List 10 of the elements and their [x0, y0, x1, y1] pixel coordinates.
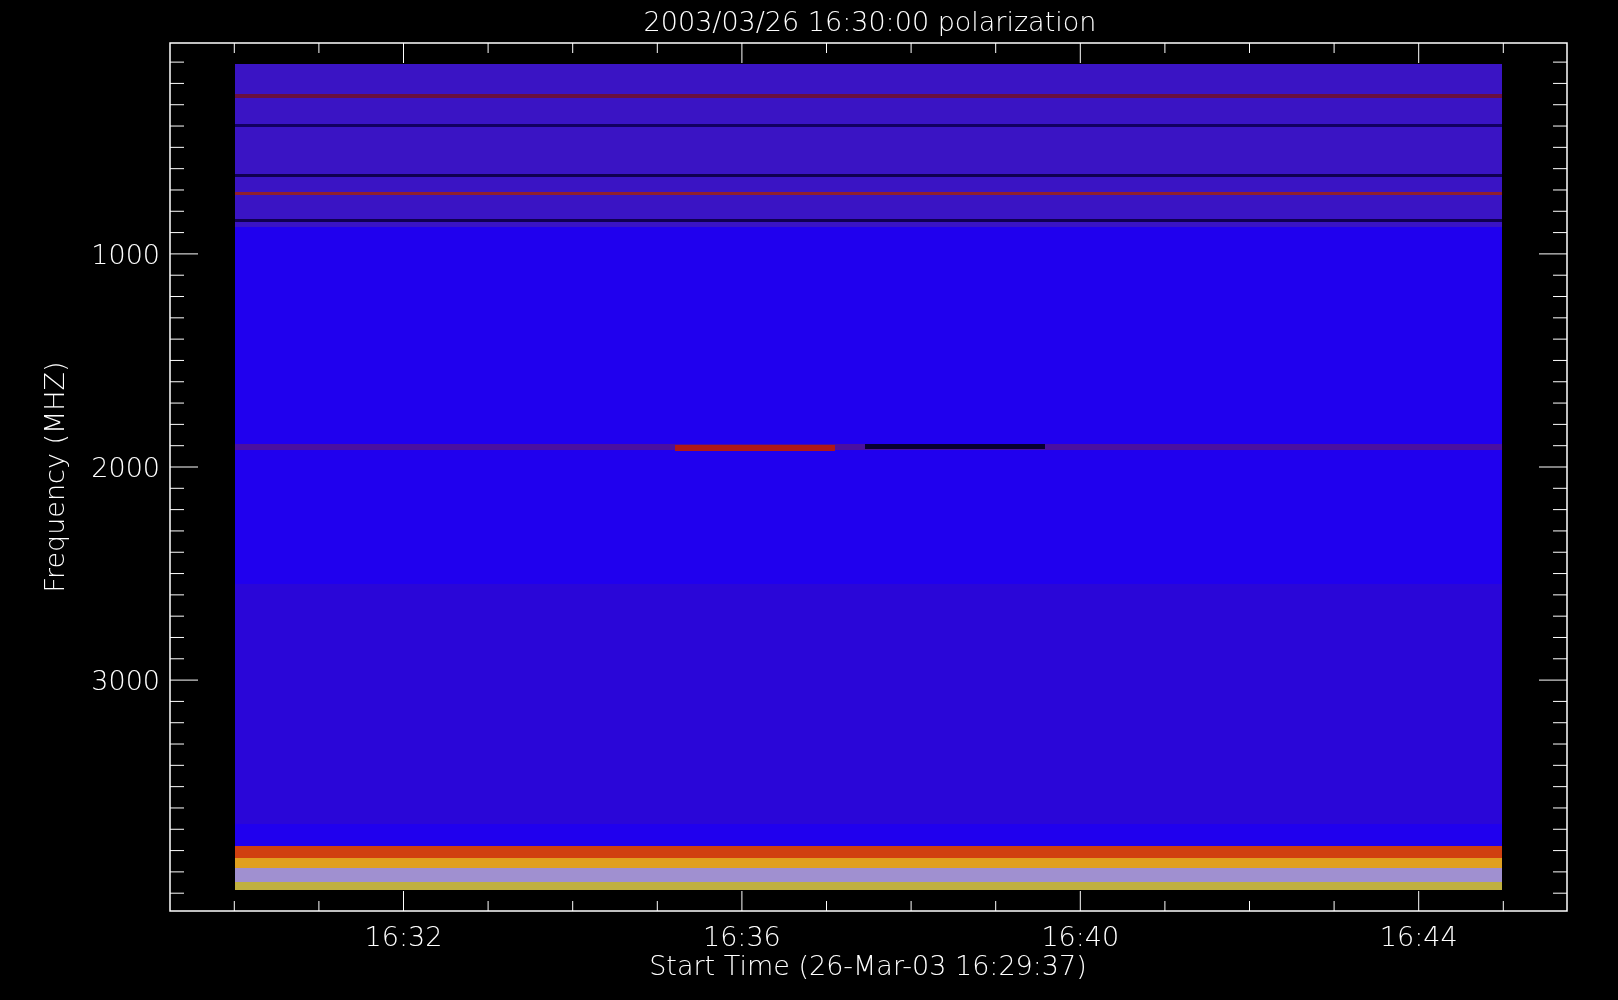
x-axis-label: Start Time (26-Mar-03 16:29:37): [649, 950, 1087, 981]
x-tick-label: 16:44: [1379, 921, 1458, 952]
y-tick-label: 1000: [91, 238, 160, 270]
x-tick-label: 16:40: [1041, 921, 1120, 952]
y-tick-label: 3000: [91, 665, 160, 697]
y-axis-label: Frequency (MHZ): [39, 361, 70, 593]
chart-title: 2003/03/26 16:30:00 polarization: [643, 6, 1097, 37]
x-tick-label: 16:36: [703, 921, 781, 952]
y-tick-label: 2000: [91, 452, 160, 483]
x-tick-label: 16:32: [364, 921, 443, 952]
